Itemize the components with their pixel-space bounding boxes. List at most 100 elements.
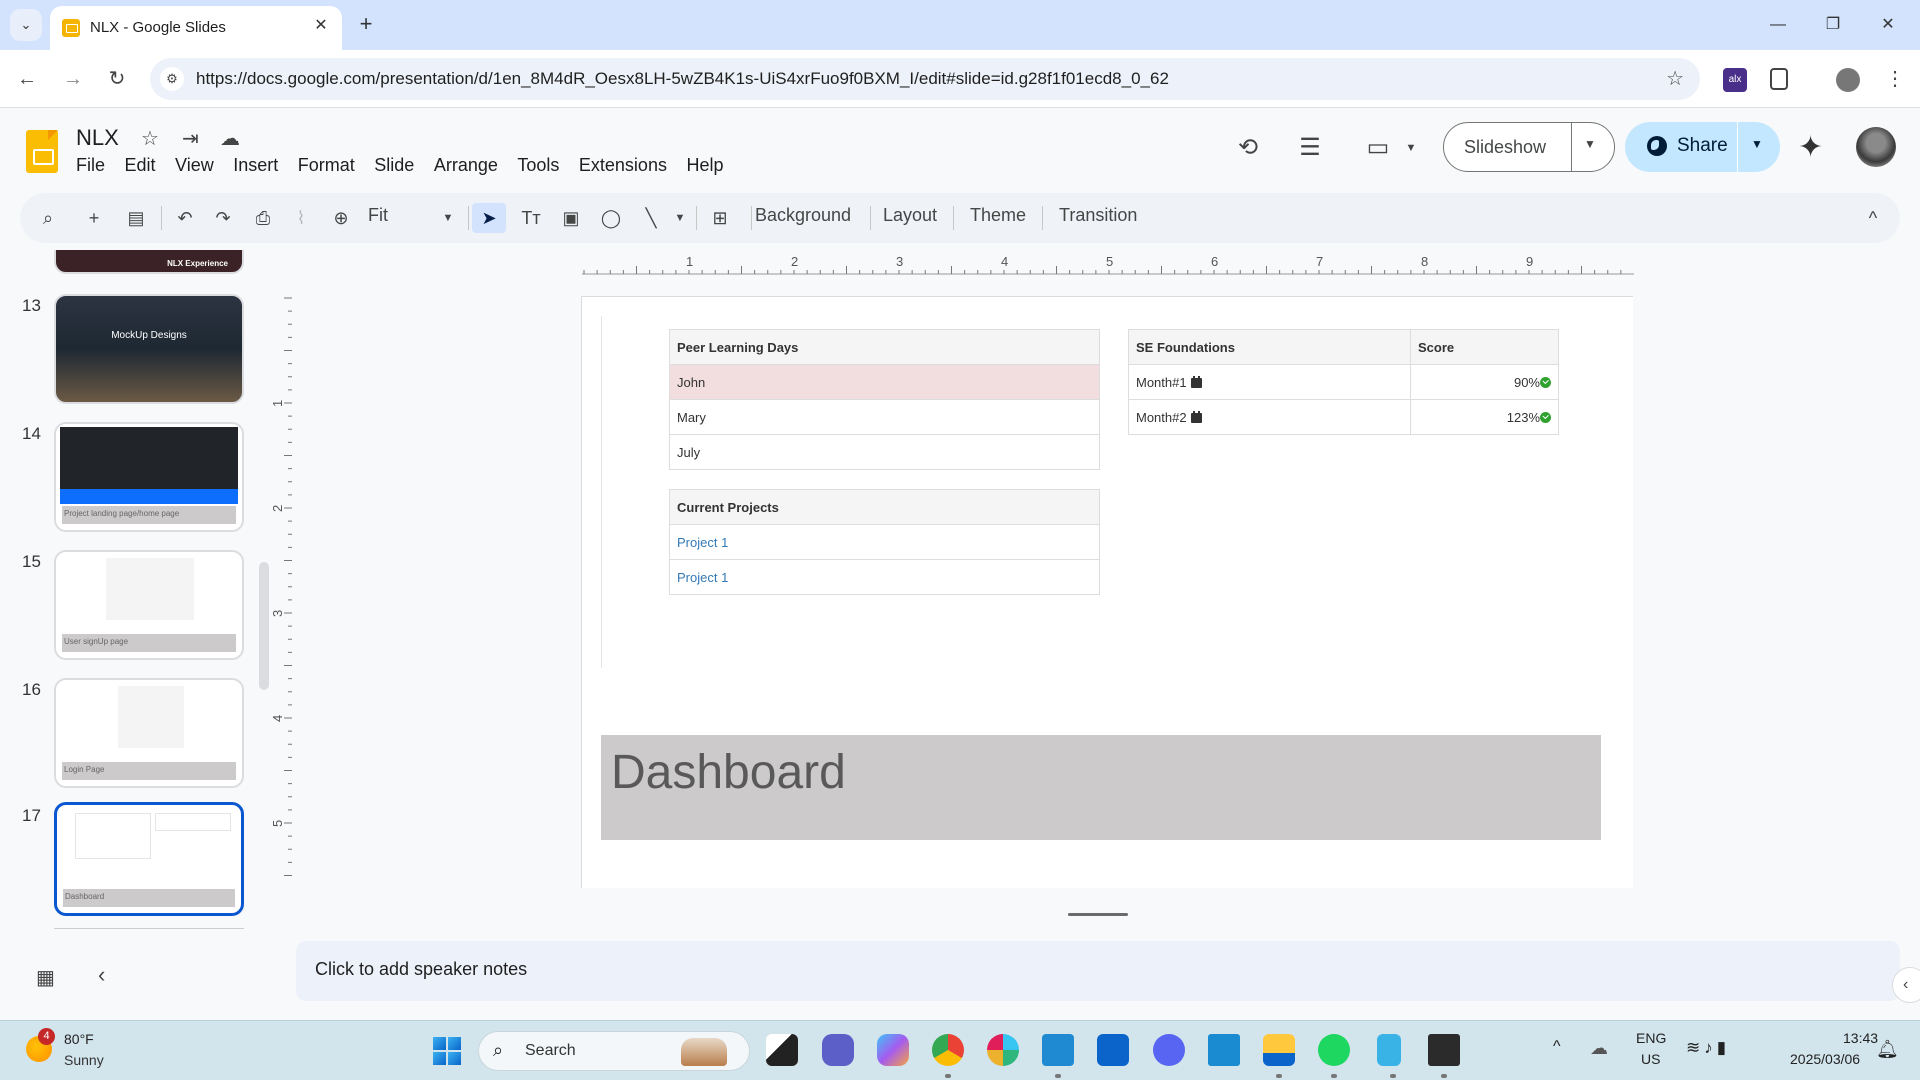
notepad-icon[interactable] xyxy=(1377,1034,1401,1078)
vscode-icon[interactable] xyxy=(1042,1034,1074,1078)
slide-thumbnail-12[interactable]: NLX Experience xyxy=(54,250,244,274)
reload-button[interactable]: ↻ xyxy=(102,64,132,94)
terminal-icon[interactable] xyxy=(1428,1034,1460,1078)
copilot-icon[interactable] xyxy=(877,1034,909,1066)
menu-insert[interactable]: Insert xyxy=(233,155,288,176)
task-view-icon[interactable] xyxy=(766,1034,798,1066)
layout-button[interactable]: Layout xyxy=(883,205,937,226)
network-volume-battery-icons[interactable]: ≋♪▮ xyxy=(1686,1038,1730,1058)
peer-learning-table[interactable]: Peer Learning Days John Mary July xyxy=(669,329,1100,470)
restore-button[interactable]: ❐ xyxy=(1813,10,1853,40)
speaker-notes[interactable]: Click to add speaker notes xyxy=(296,941,1900,1001)
menu-extensions[interactable]: Extensions xyxy=(579,155,677,176)
print-icon[interactable]: ⎙ xyxy=(248,203,278,233)
gemini-icon[interactable]: ✦ xyxy=(1798,130,1823,165)
cloud-saved-icon[interactable]: ☁ xyxy=(220,126,240,151)
menu-view[interactable]: View xyxy=(175,155,223,176)
version-history-icon[interactable]: ⟲ xyxy=(1232,132,1264,164)
filmstrip-scrollbar[interactable] xyxy=(259,562,269,690)
select-tool-icon[interactable]: ➤ xyxy=(472,203,506,233)
project-link[interactable]: Project 1 xyxy=(677,535,728,550)
discord-icon[interactable] xyxy=(1153,1034,1185,1066)
profile-avatar[interactable] xyxy=(1836,68,1860,92)
slide-thumbnail-13[interactable]: MockUp Designs xyxy=(54,294,244,404)
onedrive-icon[interactable]: ☁ xyxy=(1590,1038,1608,1059)
menu-tools[interactable]: Tools xyxy=(517,155,569,176)
zoom-dropdown-icon[interactable]: ▼ xyxy=(433,203,463,233)
back-button[interactable]: ← xyxy=(12,64,42,94)
slideshow-dropdown-icon[interactable]: ▼ xyxy=(1584,137,1596,151)
slide-thumbnail-16[interactable]: Login Page xyxy=(54,678,244,788)
file-explorer-icon[interactable] xyxy=(1263,1034,1295,1078)
line-icon[interactable]: ╲ xyxy=(636,203,666,233)
clock-date[interactable]: 2025/03/06 xyxy=(1790,1051,1860,1067)
slide-title-box[interactable]: Dashboard xyxy=(601,735,1601,840)
teams-icon[interactable] xyxy=(822,1034,854,1066)
project-link[interactable]: Project 1 xyxy=(677,570,728,585)
new-tab-button[interactable]: + xyxy=(352,11,380,39)
menu-file[interactable]: File xyxy=(76,155,115,176)
chrome-icon[interactable] xyxy=(932,1034,964,1078)
close-window-button[interactable]: ✕ xyxy=(1868,10,1908,40)
weather-condition[interactable]: Sunny xyxy=(64,1052,104,1068)
text-box-icon[interactable]: Tт xyxy=(516,203,546,233)
redo-icon[interactable]: ↷ xyxy=(208,203,238,233)
menu-arrange[interactable]: Arrange xyxy=(434,155,508,176)
transition-button[interactable]: Transition xyxy=(1059,205,1137,226)
paint-format-icon[interactable]: ⌇ xyxy=(286,203,316,233)
menu-format[interactable]: Format xyxy=(298,155,365,176)
side-panel-toggle[interactable]: ‹ xyxy=(1892,967,1920,1003)
menu-edit[interactable]: Edit xyxy=(125,155,166,176)
grid-view-icon[interactable]: ▦ xyxy=(36,965,55,990)
windows-start-icon[interactable] xyxy=(433,1037,461,1065)
zoom-select[interactable]: Fit xyxy=(368,205,388,226)
taskbar-search[interactable]: ⌕ Search xyxy=(478,1031,750,1071)
collapse-toolbar-icon[interactable]: ^ xyxy=(1858,203,1888,233)
se-foundations-table[interactable]: SE Foundations Score Month#1 90% Month#2… xyxy=(1128,329,1559,435)
document-title[interactable]: NLX xyxy=(76,125,119,151)
slide-layout-icon[interactable]: ▤ xyxy=(121,203,151,233)
shape-icon[interactable]: ◯ xyxy=(596,203,626,233)
extensions-puzzle-icon[interactable] xyxy=(1770,68,1788,90)
insert-image-icon[interactable]: ▣ xyxy=(556,203,586,233)
minimize-button[interactable]: — xyxy=(1758,10,1798,40)
notification-bell-icon[interactable]: 🔔︎ xyxy=(1876,1039,1899,1060)
close-tab-icon[interactable]: ✕ xyxy=(310,15,332,37)
theme-button[interactable]: Theme xyxy=(970,205,1026,226)
zoom-icon[interactable]: ⊕ xyxy=(326,203,356,233)
phone-link-icon[interactable] xyxy=(1208,1034,1240,1066)
new-slide-icon[interactable]: + xyxy=(79,203,109,233)
star-icon[interactable]: ☆ xyxy=(141,126,159,151)
undo-icon[interactable]: ↶ xyxy=(170,203,200,233)
current-projects-table[interactable]: Current Projects Project 1 Project 1 xyxy=(669,489,1100,595)
browser-tab[interactable]: NLX - Google Slides ✕ xyxy=(50,6,342,50)
menu-help[interactable]: Help xyxy=(686,155,733,176)
notes-resize-handle[interactable] xyxy=(1068,913,1128,916)
bookmark-star-icon[interactable]: ☆ xyxy=(1666,66,1684,91)
show-hidden-icons-icon[interactable]: ^ xyxy=(1553,1038,1561,1056)
spotify-icon[interactable] xyxy=(1318,1034,1350,1078)
slide-thumbnail-17[interactable]: Dashboard xyxy=(54,802,244,916)
url-text[interactable]: https://docs.google.com/presentation/d/1… xyxy=(196,69,1169,89)
slide-thumbnail-15[interactable]: User signUp page xyxy=(54,550,244,660)
slideshow-button[interactable]: Slideshow ▼ xyxy=(1443,122,1615,172)
weather-temperature[interactable]: 80°F xyxy=(64,1031,94,1047)
line-dropdown-icon[interactable]: ▼ xyxy=(665,203,695,233)
account-avatar[interactable] xyxy=(1856,127,1896,167)
outlook-icon[interactable] xyxy=(1097,1034,1129,1066)
collapse-filmstrip-icon[interactable]: ‹ xyxy=(98,962,105,988)
site-settings-icon[interactable]: ⚙ xyxy=(160,67,184,91)
move-to-folder-icon[interactable]: ⇥ xyxy=(182,126,199,151)
slide-thumbnail-14[interactable]: Project landing page/home page xyxy=(54,422,244,532)
menu-slide[interactable]: Slide xyxy=(374,155,424,176)
keyboard-layout[interactable]: US xyxy=(1641,1051,1660,1067)
search-menus-icon[interactable]: ⌕ xyxy=(33,203,63,233)
add-comment-icon[interactable]: ⊞ xyxy=(705,203,735,233)
browser-menu-icon[interactable]: ⋮ xyxy=(1880,64,1910,94)
clock-time[interactable]: 13:43 xyxy=(1843,1030,1878,1046)
language-indicator[interactable]: ENG xyxy=(1636,1030,1666,1046)
slack-icon[interactable] xyxy=(987,1034,1019,1066)
background-button[interactable]: Background xyxy=(755,205,851,226)
meet-icon[interactable]: ▭ xyxy=(1362,132,1394,164)
forward-button[interactable]: → xyxy=(58,64,88,94)
